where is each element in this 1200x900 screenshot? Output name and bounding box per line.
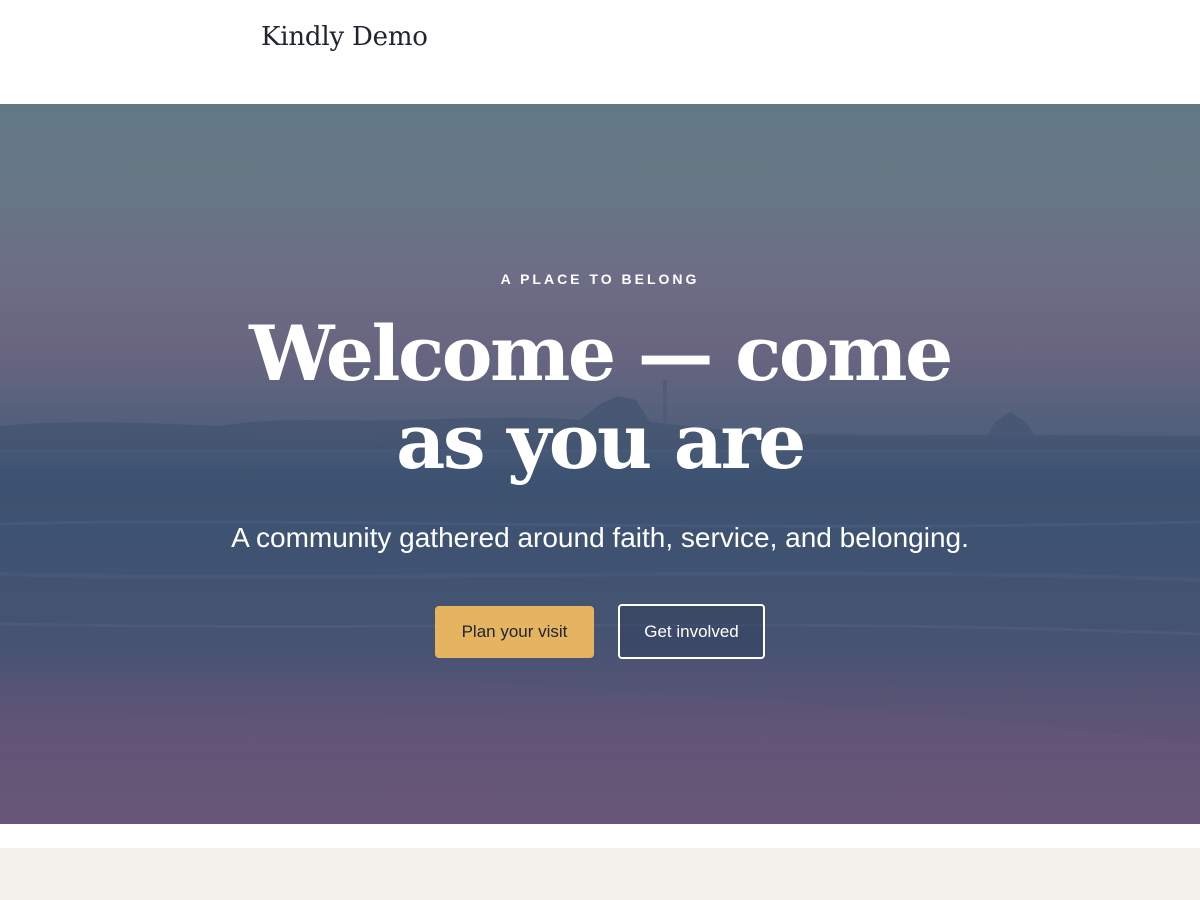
hero-subheading: A community gathered around faith, servi… xyxy=(231,522,969,553)
site-header: Kindly Demo xyxy=(0,0,1200,104)
site-title-link[interactable]: Kindly Demo xyxy=(261,22,428,52)
hero-section: A PLACE TO BELONG Welcome — come as you … xyxy=(0,104,1200,824)
hero-eyebrow: A PLACE TO BELONG xyxy=(500,271,700,287)
get-involved-button[interactable]: Get involved xyxy=(618,604,765,659)
next-section xyxy=(0,848,1200,900)
hero-headline: Welcome — come as you are xyxy=(249,309,953,486)
plan-your-visit-button[interactable]: Plan your visit xyxy=(435,606,594,658)
hero-content: A PLACE TO BELONG Welcome — come as you … xyxy=(0,104,1200,824)
